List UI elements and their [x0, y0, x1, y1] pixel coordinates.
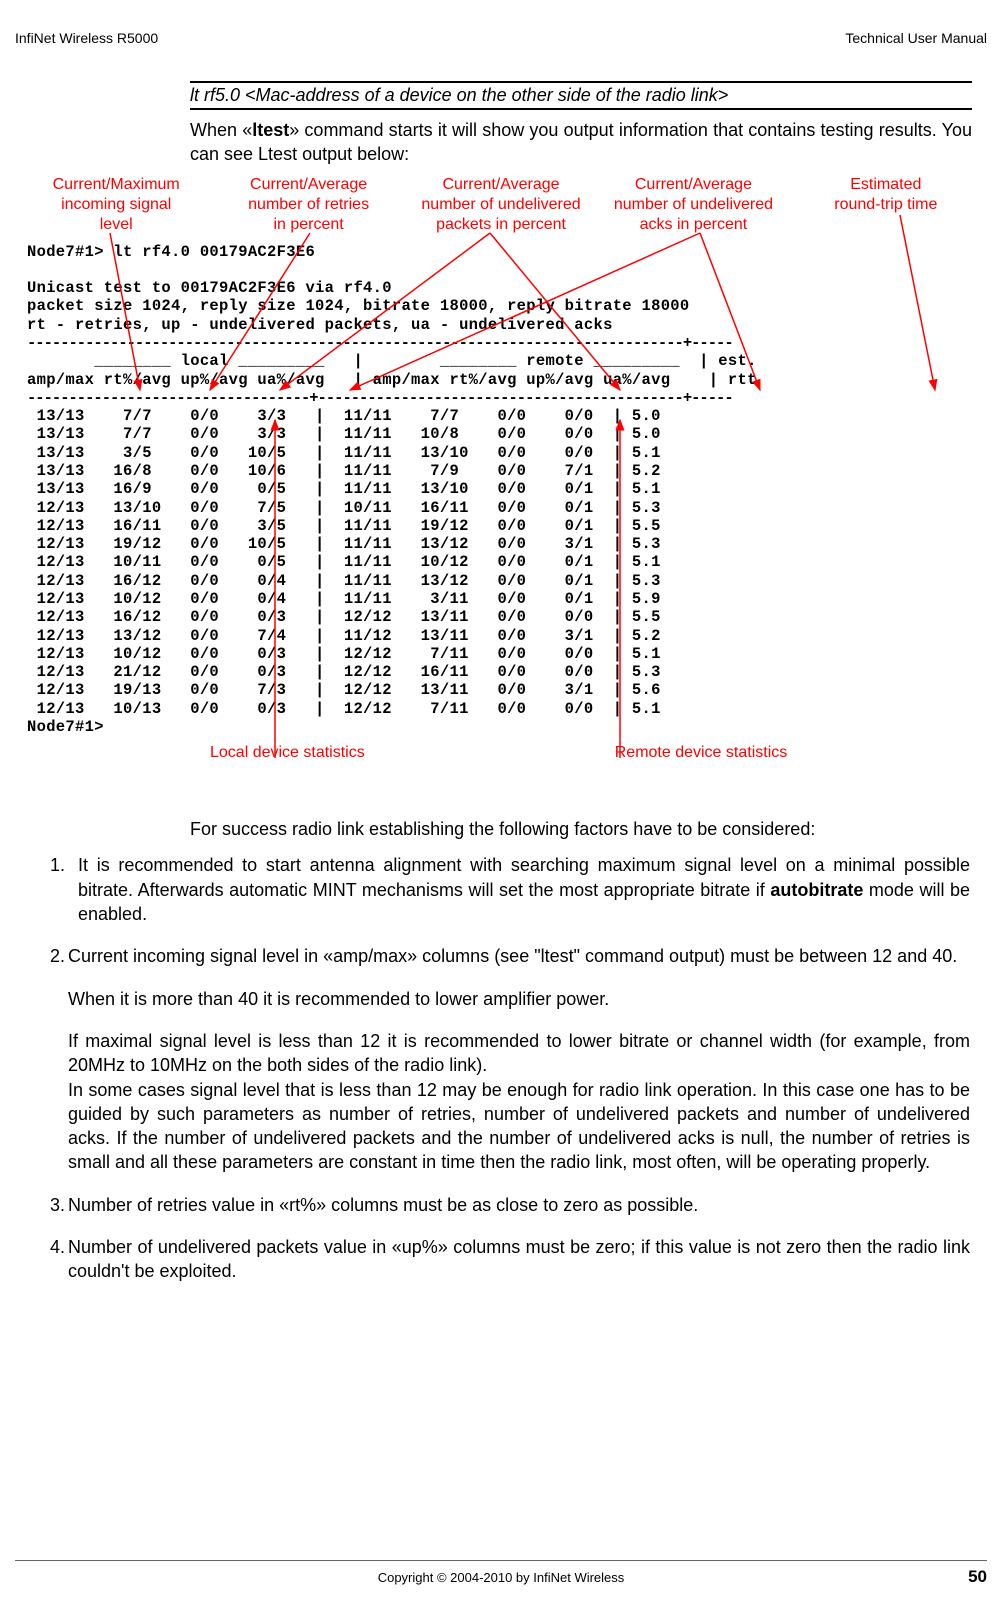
annotation-signal-level: Current/Maximum incoming signal level [20, 175, 212, 235]
footer-copyright: Copyright © 2004-2010 by InfiNet Wireles… [15, 1570, 987, 1585]
annotation-rtt: Estimated round-trip time [790, 175, 982, 235]
header-left: InfiNet Wireless R5000 [15, 30, 158, 46]
list-item-4: 4.Number of undelivered packets value in… [50, 1235, 972, 1284]
header-right: Technical User Manual [845, 30, 987, 46]
page-header: InfiNet Wireless R5000 Technical User Ma… [15, 30, 987, 46]
bottom-annotations: Local device statistics Remote device st… [210, 744, 987, 762]
annotation-retries: Current/Average number of retries in per… [212, 175, 404, 235]
annotation-remote-stats: Remote device statistics [615, 744, 788, 762]
intro-paragraph: When «ltest» command starts it will show… [190, 118, 972, 167]
list-item-2: 2. Current incoming signal level in «amp… [50, 944, 972, 1174]
command-syntax: lt rf5.0 <Mac-address of a device on the… [190, 81, 972, 110]
annotation-undelivered-acks: Current/Average number of undelivered ac… [597, 175, 789, 235]
annotation-undelivered-packets: Current/Average number of undelivered pa… [405, 175, 597, 235]
list-item-3: 3.Number of retries value in «rt%» colum… [50, 1193, 972, 1217]
top-annotations: Current/Maximum incoming signal level Cu… [15, 175, 987, 235]
terminal-output: Node7#1> lt rf4.0 00179AC2F3E6 Unicast t… [27, 243, 987, 737]
list-item-1: 1.It is recommended to start antenna ali… [50, 853, 972, 926]
annotation-local-stats: Local device statistics [210, 744, 365, 762]
factors-intro: For success radio link establishing the … [190, 817, 972, 841]
page-footer: Copyright © 2004-2010 by InfiNet Wireles… [15, 1560, 987, 1587]
